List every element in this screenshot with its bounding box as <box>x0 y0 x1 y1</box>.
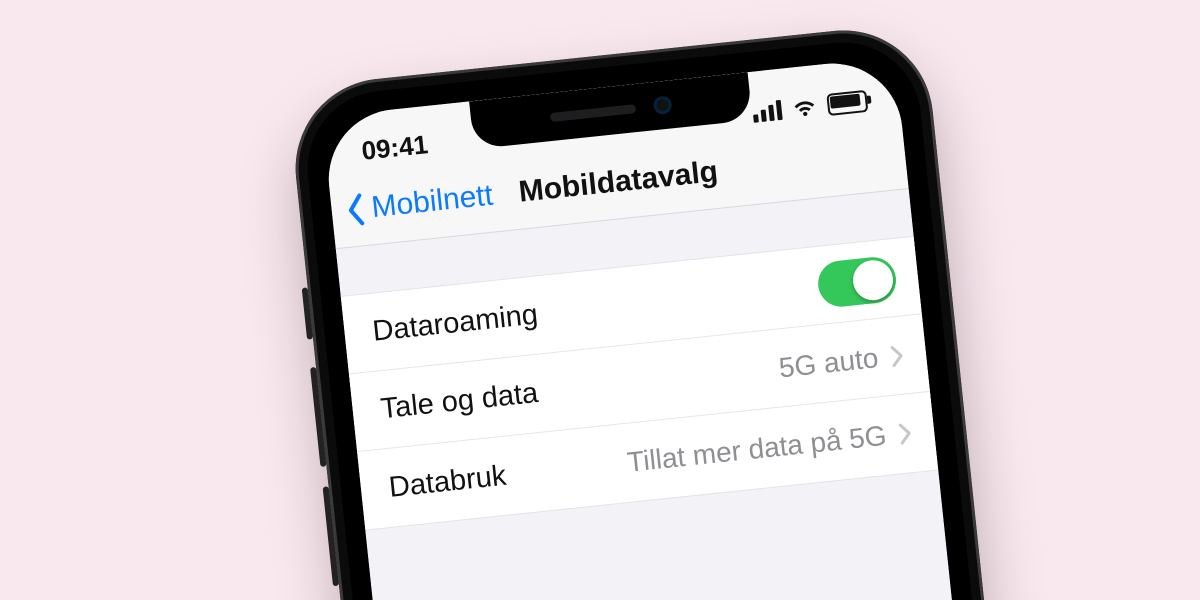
chevron-right-icon <box>889 343 905 368</box>
status-time: 09:41 <box>360 129 429 167</box>
front-camera <box>653 95 673 115</box>
row-label: Tale og data <box>379 377 540 426</box>
speaker-grille <box>550 104 636 122</box>
toggle-knob <box>851 258 895 302</box>
row-value: 5G auto <box>777 342 879 384</box>
back-button[interactable]: Mobilnett <box>342 160 496 247</box>
chevron-left-icon <box>344 192 369 228</box>
back-label: Mobilnett <box>370 179 495 226</box>
phone-screen: 09:41 <box>322 57 1024 600</box>
settings-group: Dataroaming Tale og data 5G auto <box>341 236 939 531</box>
data-roaming-toggle[interactable] <box>816 254 898 308</box>
wifi-icon <box>790 93 819 122</box>
chevron-right-icon <box>897 421 913 446</box>
row-label: Databruk <box>387 459 507 504</box>
phone-frame: 09:41 <box>287 22 1059 600</box>
phone-bezel: 09:41 <box>300 35 1046 600</box>
cellular-signal-icon <box>752 100 783 123</box>
stage: 09:41 <box>0 0 1200 600</box>
volume-up-button <box>310 367 326 467</box>
battery-icon <box>826 90 868 116</box>
mute-switch <box>302 287 313 339</box>
row-label: Dataroaming <box>371 299 540 349</box>
volume-down-button <box>323 486 339 586</box>
row-value: Tillat mer data på 5G <box>626 420 888 479</box>
status-icons <box>751 88 868 126</box>
settings-list[interactable]: Dataroaming Tale og data 5G auto <box>336 188 1024 600</box>
